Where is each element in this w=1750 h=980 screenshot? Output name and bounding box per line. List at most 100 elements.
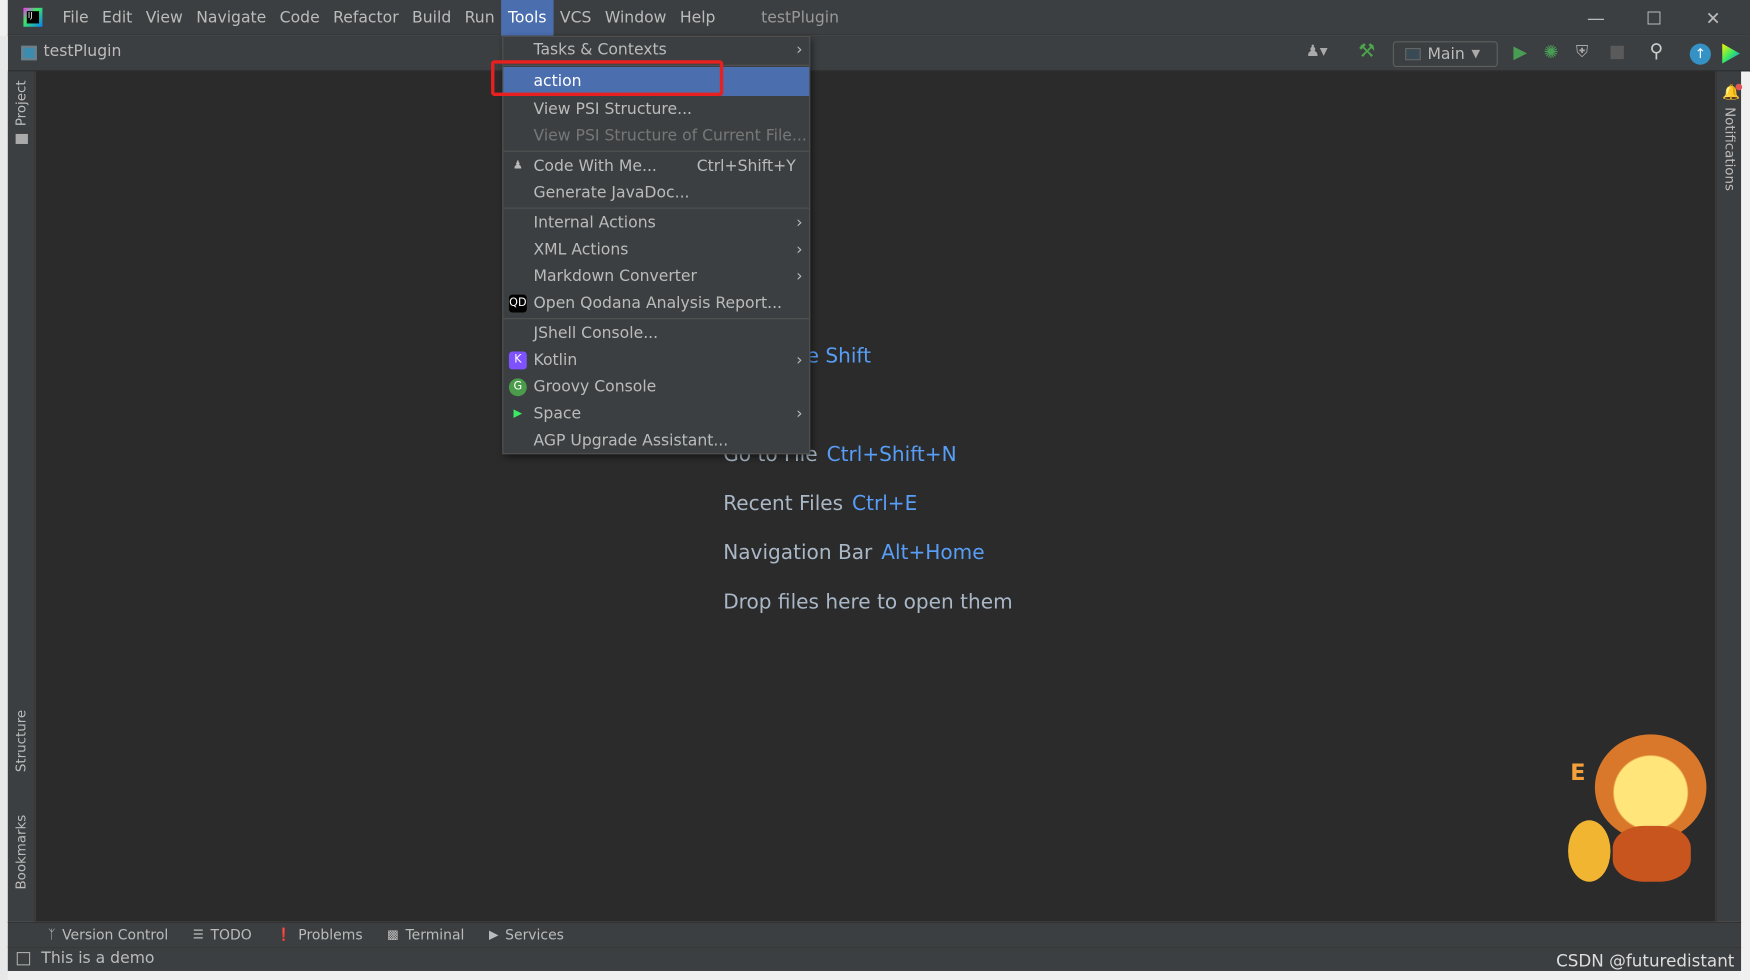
- menu-edit[interactable]: Edit: [95, 0, 139, 36]
- background-window-edge: [0, 35, 8, 980]
- tool-tab-label: Services: [505, 926, 564, 944]
- tool-tab-todo[interactable]: ☰ TODO: [193, 926, 252, 943]
- debug-bug-icon[interactable]: ✺: [1544, 41, 1559, 62]
- folder-icon: [15, 133, 28, 144]
- menu-item-label: View PSI Structure...: [533, 100, 693, 119]
- problems-icon: ❗: [276, 927, 292, 942]
- menu-build[interactable]: Build: [405, 0, 458, 36]
- menu-view[interactable]: View: [139, 0, 189, 36]
- hint-label: Drop files here to open them: [723, 590, 1013, 614]
- tool-tab-version-control[interactable]: ᛉ Version Control: [48, 926, 168, 943]
- user-icon: ♟: [512, 159, 523, 172]
- list-icon: ☰: [192, 927, 204, 942]
- tool-tab-label: Problems: [298, 926, 363, 944]
- run-icon[interactable]: ▶: [1513, 41, 1527, 62]
- hint-label: Recent Files: [723, 492, 844, 516]
- status-text: This is a demo: [41, 949, 155, 968]
- tool-tab-label: TODO: [210, 926, 252, 944]
- menu-code[interactable]: Code: [273, 0, 326, 36]
- menu-item-space[interactable]: ▶ Space ›: [503, 401, 809, 428]
- menu-refactor[interactable]: Refactor: [326, 0, 405, 36]
- menu-item-label: Markdown Converter: [533, 267, 697, 286]
- update-icon[interactable]: ↑: [1689, 43, 1711, 65]
- welcome-hint: Navigation Bar Alt+Home: [723, 537, 1012, 586]
- project-tool-tab[interactable]: Project: [13, 80, 29, 126]
- tool-tab-label: Version Control: [62, 926, 169, 944]
- menu-help[interactable]: Help: [673, 0, 722, 36]
- branch-icon: ᛉ: [47, 927, 56, 942]
- project-breadcrumb[interactable]: testPlugin: [44, 42, 122, 60]
- menu-file[interactable]: File: [56, 0, 96, 36]
- menu-item-markdown-converter[interactable]: Markdown Converter ›: [503, 263, 809, 290]
- coverage-icon[interactable]: ⛨: [1576, 41, 1589, 61]
- intellij-logo-icon[interactable]: IJ: [23, 7, 43, 27]
- notifications-tool-tab[interactable]: Notifications: [1722, 107, 1738, 191]
- window-icon: [1405, 47, 1421, 61]
- menu-item-kotlin[interactable]: K Kotlin ›: [503, 347, 809, 374]
- tool-tab-label: Terminal: [405, 926, 465, 944]
- qodana-icon: QD: [508, 294, 527, 313]
- tool-window-bar: ᛉ Version Control ☰ TODO ❗ Problems ▩ Terminal ▶…: [7, 921, 1742, 947]
- menu-item-view-psi-structure-of-current-file[interactable]: View PSI Structure of Current File...: [503, 123, 809, 150]
- minimize-button[interactable]: —: [1570, 0, 1621, 36]
- menu-item-generate-javadoc[interactable]: Generate JavaDoc...: [503, 180, 809, 207]
- chevron-right-icon: ›: [796, 351, 803, 370]
- menu-item-label: Internal Actions: [533, 214, 656, 233]
- space-icon[interactable]: [1722, 43, 1740, 64]
- structure-tool-tab[interactable]: Structure: [13, 710, 29, 772]
- build-hammer-icon[interactable]: ⚒: [1358, 40, 1375, 62]
- menu-item-label: JShell Console...: [533, 324, 659, 343]
- maximize-button[interactable]: ☐: [1628, 0, 1679, 36]
- menu-item-groovy-console[interactable]: G Groovy Console: [503, 374, 809, 401]
- welcome-hint: Drop files here to open them: [723, 586, 1012, 635]
- menu-navigate[interactable]: Navigate: [190, 0, 273, 36]
- space-icon: ▶: [513, 407, 523, 420]
- menu-item-label: Tasks & Contexts: [533, 41, 667, 60]
- chevron-right-icon: ›: [796, 214, 803, 233]
- menu-item-code-with-me[interactable]: ♟ Code With Me... Ctrl+Shift+Y: [503, 153, 809, 180]
- project-icon: [21, 45, 37, 61]
- chevron-down-icon: ▼: [1471, 47, 1481, 61]
- chevron-right-icon: ›: [796, 267, 803, 286]
- menu-item-label: Groovy Console: [533, 378, 657, 397]
- menu-item-jshell-console[interactable]: JShell Console...: [503, 320, 809, 347]
- menu-item-label: XML Actions: [533, 241, 629, 259]
- run-config-select[interactable]: Main ▼: [1392, 41, 1498, 67]
- watermark: CSDN @futuredistant: [1556, 950, 1735, 971]
- menu-tools[interactable]: Tools: [501, 0, 554, 36]
- tool-tab-services[interactable]: ▶ Services: [489, 926, 564, 943]
- menu-item-view-psi-structure[interactable]: View PSI Structure...: [503, 96, 809, 123]
- menu-item-internal-actions[interactable]: Internal Actions ›: [503, 210, 809, 237]
- menu-separator: [503, 318, 810, 320]
- groovy-icon: G: [508, 378, 527, 397]
- right-tool-stripe: 🔔 Notifications: [1715, 71, 1743, 922]
- menu-item-agp-upgrade-assistant[interactable]: AGP Upgrade Assistant...: [503, 427, 809, 454]
- bookmarks-tool-tab[interactable]: Bookmarks: [13, 815, 29, 890]
- menu-bar: File Edit View Navigate Code Refactor Build Run…: [56, 0, 722, 36]
- menu-window[interactable]: Window: [598, 0, 673, 36]
- chevron-right-icon: ›: [796, 241, 803, 259]
- tools-menu-popup: Tasks & Contexts › action View PSI Structur…: [502, 35, 811, 455]
- menu-item-xml-actions[interactable]: XML Actions ›: [503, 237, 809, 264]
- terminal-icon: ▩: [387, 927, 399, 942]
- menu-item-label: View PSI Structure of Current File...: [533, 127, 807, 146]
- menu-item-label: Open Qodana Analysis Report...: [533, 294, 783, 313]
- menu-vcs[interactable]: VCS: [553, 0, 598, 36]
- tool-tab-terminal[interactable]: ▩ Terminal: [387, 926, 464, 943]
- kotlin-icon: K: [508, 351, 527, 370]
- shortcut-label: Ctrl+Shift+Y: [696, 157, 796, 176]
- layout-toggle-icon[interactable]: [16, 952, 31, 966]
- stop-icon[interactable]: [1610, 45, 1624, 60]
- menu-item-open-qodana-analysis-report[interactable]: QD Open Qodana Analysis Report...: [503, 290, 809, 317]
- welcome-hint: Recent Files Ctrl+E: [723, 488, 1012, 537]
- left-tool-stripe: Project Structure Bookmarks: [7, 71, 36, 922]
- tool-tab-problems[interactable]: ❗ Problems: [276, 926, 362, 943]
- menu-separator: [503, 150, 810, 152]
- menu-run[interactable]: Run: [458, 0, 501, 36]
- navigation-toolbar: testPlugin ♟▾ ⚒ Main ▼ ▶ ✺ ⛨ ⚲ ↑: [7, 35, 1750, 72]
- mascot-sticker: E: [1568, 725, 1713, 887]
- close-button[interactable]: ✕: [1687, 0, 1738, 36]
- user-dropdown-icon[interactable]: ♟▾: [1306, 42, 1328, 60]
- notifications-bell-icon[interactable]: 🔔: [1722, 83, 1743, 102]
- search-icon[interactable]: ⚲: [1650, 40, 1664, 62]
